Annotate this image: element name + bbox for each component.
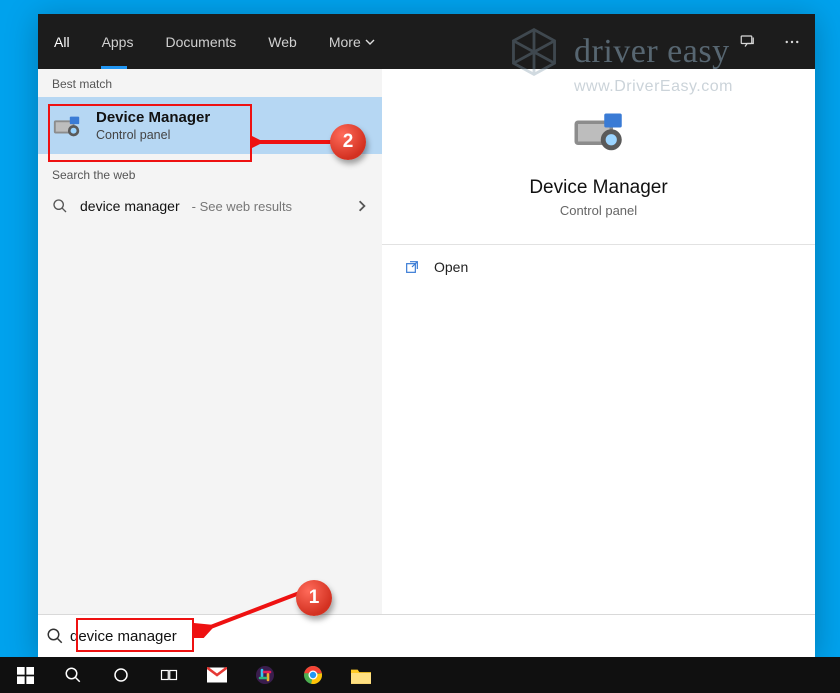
search-icon [46,627,64,645]
search-bar [38,614,815,657]
taskbar [0,657,840,693]
taskbar-app-explorer[interactable] [338,657,384,693]
tab-apps[interactable]: Apps [86,14,150,69]
annotation-arrow-1 [194,576,314,638]
tab-documents[interactable]: Documents [149,14,252,69]
device-manager-icon [52,111,82,141]
taskbar-app-gmail[interactable] [194,657,240,693]
task-view-button[interactable] [146,657,192,693]
search-input[interactable] [64,624,807,649]
tab-web-label: Web [268,34,297,50]
annotation-step-2: 2 [330,124,366,160]
chevron-right-icon [356,200,368,212]
search-body: Best match Device Manager Control panel … [38,69,815,657]
web-result-hint: - See web results [192,199,292,214]
tab-more-label: More [329,34,361,50]
tab-all-label: All [54,34,70,50]
web-result-query: device manager [80,198,180,214]
tab-web[interactable]: Web [252,14,313,69]
best-match-subtitle: Control panel [96,128,210,142]
best-match-header: Best match [38,69,382,97]
feedback-icon[interactable] [739,33,757,51]
cortana-button[interactable] [98,657,144,693]
search-icon [52,198,68,214]
detail-device-manager-icon [571,103,627,159]
tab-more[interactable]: More [313,14,391,69]
start-button[interactable] [2,657,48,693]
ellipsis-icon[interactable] [783,33,801,51]
search-tab-bar: All Apps Documents Web More [38,14,815,69]
taskbar-app-chrome[interactable] [290,657,336,693]
detail-column: Device Manager Control panel Open [382,69,815,614]
best-match-title: Device Manager [96,109,210,126]
taskbar-app-slack[interactable] [242,657,288,693]
open-action[interactable]: Open [382,245,815,289]
chevron-down-icon [365,37,375,47]
taskbar-search-button[interactable] [50,657,96,693]
detail-subtitle: Control panel [560,203,637,218]
web-result[interactable]: device manager - See web results [38,188,382,224]
tab-all[interactable]: All [38,14,86,69]
start-search-panel: All Apps Documents Web More Best match [38,14,815,657]
tab-documents-label: Documents [165,34,236,50]
detail-title: Device Manager [529,177,667,199]
open-label: Open [434,259,468,275]
annotation-step-1: 1 [296,580,332,616]
open-icon [404,259,420,275]
tab-apps-label: Apps [102,34,134,50]
